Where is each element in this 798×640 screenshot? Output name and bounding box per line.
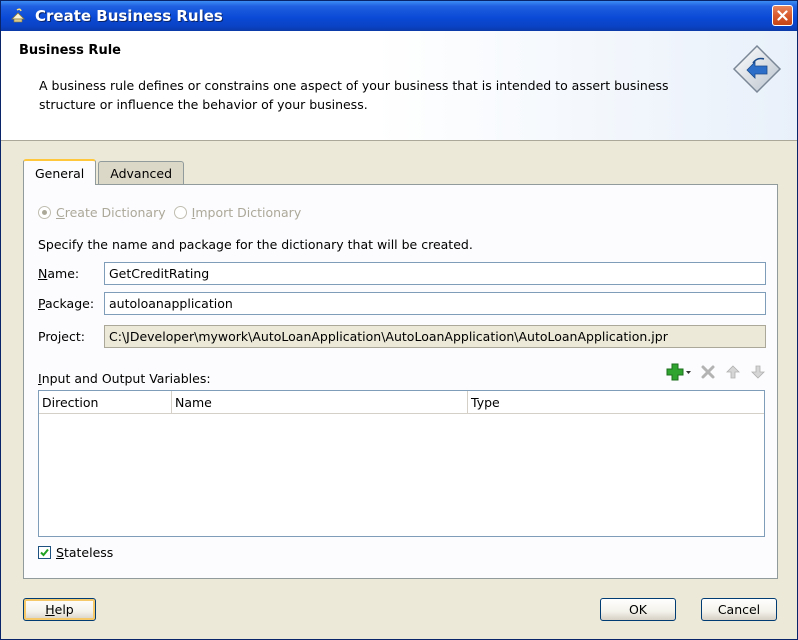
column-header-name[interactable]: Name [172, 391, 468, 413]
column-header-direction[interactable]: Direction [39, 391, 172, 413]
project-row: Project: C:\JDeveloper\mywork\AutoLoanAp… [38, 325, 766, 348]
create-dictionary-radio[interactable] [38, 206, 51, 219]
package-row: Package: autoloanapplication [38, 292, 766, 315]
create-dictionary-label: Create Dictionary [56, 205, 166, 220]
name-field[interactable]: GetCreditRating [104, 262, 766, 285]
close-button[interactable] [772, 5, 793, 26]
title-bar[interactable]: Create Business Rules [1, 1, 797, 31]
import-dictionary-radio[interactable] [173, 206, 187, 219]
column-header-type[interactable]: Type [468, 391, 764, 413]
arrow-up-icon [726, 365, 740, 379]
variables-label: Input and Output Variables: [38, 371, 211, 386]
move-up-button[interactable] [722, 361, 744, 383]
add-variable-button[interactable] [664, 361, 694, 383]
move-down-button[interactable] [747, 361, 769, 383]
package-field[interactable]: autoloanapplication [104, 292, 766, 315]
checkmark-icon [40, 548, 49, 557]
stateless-option: Stateless [38, 545, 113, 560]
add-icon [666, 363, 691, 381]
stateless-checkbox[interactable] [38, 546, 51, 559]
header-banner: Business Rule A business rule defines or… [1, 31, 797, 141]
arrow-down-icon [751, 365, 765, 379]
package-label: Package: [38, 296, 95, 311]
variables-table[interactable]: Direction Name Type [38, 390, 765, 537]
ok-button[interactable]: OK [600, 598, 676, 621]
tab-strip: General Advanced [23, 159, 185, 185]
app-icon [9, 7, 27, 25]
variables-table-header: Direction Name Type [39, 391, 764, 414]
create-business-rules-dialog: Create Business Rules Business Rule A bu… [0, 0, 798, 640]
delete-icon [701, 365, 715, 379]
delete-variable-button[interactable] [697, 361, 719, 383]
general-tab-panel: Create Dictionary Import Dictionary Spec… [23, 184, 778, 579]
tab-advanced[interactable]: Advanced [98, 161, 185, 185]
close-icon [777, 10, 788, 21]
header-title: Business Rule [19, 43, 121, 58]
help-button[interactable]: Help [23, 598, 96, 621]
header-description: A business rule defines or constrains on… [39, 78, 669, 112]
dictionary-options: Create Dictionary Import Dictionary [38, 205, 309, 220]
project-label: Project: [38, 329, 85, 344]
project-field[interactable]: C:\JDeveloper\mywork\AutoLoanApplication… [104, 325, 766, 348]
stateless-label: Stateless [56, 545, 114, 560]
window-title: Create Business Rules [35, 7, 223, 25]
name-label: Name: [38, 266, 80, 281]
business-rule-logo-icon [731, 43, 783, 95]
cancel-button[interactable]: Cancel [701, 598, 777, 621]
name-row: Name: GetCreditRating [38, 262, 766, 285]
import-dictionary-label: Import Dictionary [191, 205, 302, 220]
tab-general[interactable]: General [23, 159, 97, 185]
instructions-text: Specify the name and package for the dic… [38, 237, 473, 252]
variables-toolbar [661, 361, 769, 383]
